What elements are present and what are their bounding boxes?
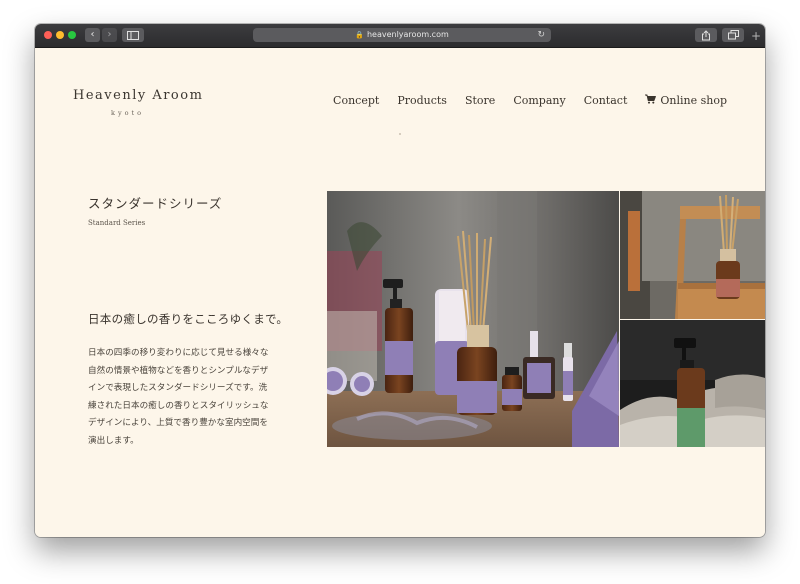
product-photo-reed-diffuser — [620, 191, 765, 319]
nav-item-products[interactable]: Products — [397, 94, 447, 107]
nav-item-company[interactable]: Company — [513, 94, 565, 107]
product-photo-main — [327, 191, 619, 447]
decorative-dot — [399, 133, 401, 135]
series-title-en: Standard Series — [88, 219, 146, 227]
browser-toolbar: ‹ › 🔒 heavenlyaroom.com ↻ + — [35, 24, 765, 48]
online-shop-label: Online shop — [660, 94, 727, 107]
tabs-icon[interactable] — [722, 28, 744, 42]
description-line: 日本の四季の移り変わりに応じて見せる様々な — [88, 348, 269, 358]
description-line: 練された日本の癒しの香りとスタイリッシュな — [88, 400, 269, 411]
description-line: インで表現したスタンダードシリーズです。洗 — [88, 383, 268, 393]
product-photo-spray — [620, 320, 765, 447]
site-logo-subtitle: kyoto — [111, 109, 145, 117]
close-window-button[interactable] — [44, 31, 52, 39]
address-url: heavenlyaroom.com — [366, 30, 449, 39]
series-title-jp: スタンダードシリーズ — [88, 196, 223, 211]
browser-window: ‹ › 🔒 heavenlyaroom.com ↻ + Heavenly Aro… — [35, 24, 765, 537]
description-line: 自然の情景や植物などを香りとシンプルなデザ — [88, 365, 269, 376]
minimize-window-button[interactable] — [56, 31, 64, 39]
description-line: 演出します。 — [88, 435, 139, 446]
web-page: Heavenly Aroom kyoto Concept Products St… — [35, 48, 765, 537]
reload-icon[interactable]: ↻ — [537, 28, 545, 42]
zoom-window-button[interactable] — [68, 31, 76, 39]
address-bar[interactable]: 🔒 heavenlyaroom.com ↻ — [253, 28, 551, 42]
sidebar-icon[interactable] — [122, 28, 144, 42]
series-tagline: 日本の癒しの香りをこころゆくまで。 — [88, 312, 289, 326]
back-icon[interactable]: ‹ — [85, 28, 100, 42]
nav-item-online-shop[interactable]: Online shop — [645, 94, 727, 107]
new-tab-icon[interactable]: + — [750, 29, 762, 43]
series-description: 日本の四季の移り変わりに応じて見せる様々な 自然の情景や植物などを香りとシンプルな… — [88, 345, 283, 450]
share-icon[interactable] — [695, 28, 717, 42]
cart-icon — [645, 94, 657, 104]
nav-item-store[interactable]: Store — [465, 94, 495, 107]
description-line: デザインにより、上質で香り豊かな室内空間を — [88, 418, 268, 428]
site-logo[interactable]: Heavenly Aroom — [73, 88, 203, 103]
lock-icon: 🔒 — [355, 31, 364, 39]
main-nav: Concept Products Store Company Contact O… — [333, 94, 727, 107]
forward-icon[interactable]: › — [102, 28, 117, 42]
nav-item-contact[interactable]: Contact — [584, 94, 628, 107]
nav-item-concept[interactable]: Concept — [333, 94, 379, 107]
